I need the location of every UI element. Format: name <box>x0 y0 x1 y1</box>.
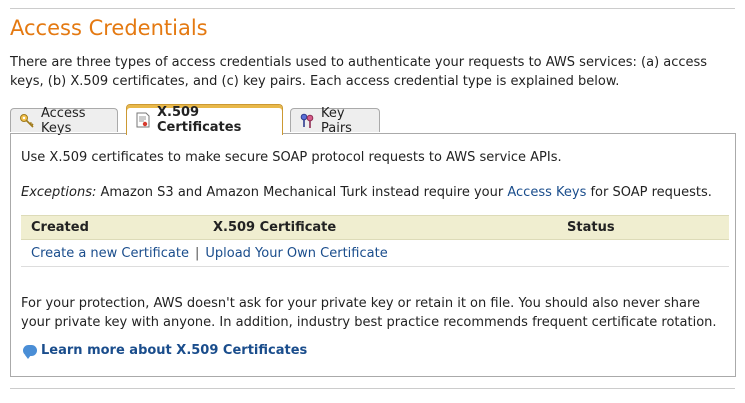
exceptions-label: Exceptions: <box>21 185 97 200</box>
bottom-divider <box>10 388 735 389</box>
top-divider <box>10 8 735 9</box>
exceptions-text-end: for SOAP requests. <box>586 185 712 200</box>
tab-key-pairs[interactable]: Key Pairs <box>290 106 380 136</box>
tab-panel-x509: Use X.509 certificates to make secure SO… <box>10 133 736 377</box>
upload-certificate-link[interactable]: Upload Your Own Certificate <box>205 246 387 261</box>
speech-bubble-icon <box>23 345 37 359</box>
column-header-certificate: X.509 Certificate <box>213 220 337 235</box>
learn-more-row: Learn more about X.509 Certificates <box>23 343 307 359</box>
create-certificate-link[interactable]: Create a new Certificate <box>31 246 189 261</box>
credential-tabs: Access Keys X.509 Certificates Key Pairs <box>10 104 736 136</box>
protection-note: For your protection, AWS doesn't ask for… <box>21 296 717 330</box>
key-pair-icon <box>299 113 315 129</box>
page-title: Access Credentials <box>10 16 208 40</box>
key-icon <box>19 113 35 129</box>
column-header-created: Created <box>31 220 89 235</box>
exceptions-text: Amazon S3 and Amazon Mechanical Turk ins… <box>96 185 508 200</box>
tab-label: Access Keys <box>41 105 86 136</box>
learn-more-link[interactable]: Learn more about X.509 Certificates <box>41 343 307 358</box>
intro-text: There are three types of access credenti… <box>10 55 708 89</box>
column-header-status: Status <box>567 220 615 235</box>
certificate-icon <box>135 112 151 128</box>
certificate-actions-row: Create a new Certificate | Upload Your O… <box>21 241 729 267</box>
tab-label: X.509 Certificates <box>157 105 242 135</box>
exceptions-note: Exceptions: Amazon S3 and Amazon Mechani… <box>21 183 712 202</box>
tab-label: Key Pairs <box>321 105 352 136</box>
tab-access-keys[interactable]: Access Keys <box>10 106 118 136</box>
access-keys-link[interactable]: Access Keys <box>507 185 586 200</box>
panel-description: Use X.509 certificates to make secure SO… <box>21 150 562 165</box>
link-separator: | <box>194 246 200 261</box>
tab-x509-certificates[interactable]: X.509 Certificates <box>126 104 283 135</box>
certificates-table-header: Created X.509 Certificate Status <box>21 215 729 240</box>
